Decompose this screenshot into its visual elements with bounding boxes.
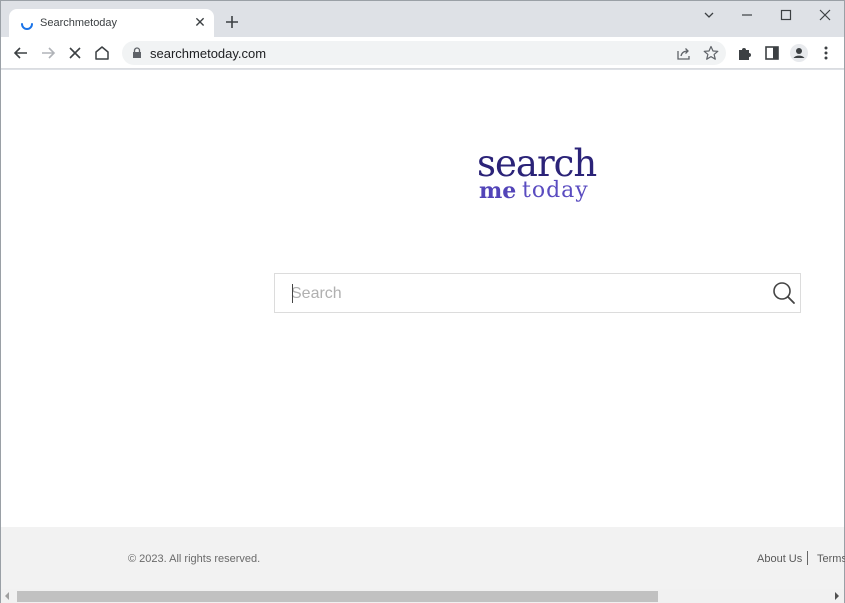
close-window-button[interactable] (813, 5, 837, 25)
scrollbar-thumb[interactable] (17, 591, 658, 602)
tab-searchmetoday[interactable]: Searchmetoday ✕ (9, 9, 214, 38)
tab-title: Searchmetoday (40, 17, 118, 29)
home-button[interactable] (92, 43, 112, 63)
side-panel-icon (765, 46, 779, 60)
forward-arrow-icon (42, 47, 56, 59)
tab-close-icon[interactable]: ✕ (192, 14, 208, 30)
page-content: search me today (1, 70, 844, 527)
stop-button[interactable] (65, 43, 85, 63)
copyright-text: © 2023. All rights reserved. (128, 553, 261, 565)
site-logo[interactable]: search me today (477, 144, 607, 204)
profile-avatar-icon (790, 44, 808, 62)
search-icon[interactable] (772, 281, 796, 305)
extensions-puzzle-icon (739, 48, 751, 60)
forward-button[interactable] (38, 43, 58, 63)
terms-link[interactable]: Terms (817, 553, 845, 565)
home-icon (95, 46, 109, 60)
page-footer: © 2023. All rights reserved. About Us Te… (1, 527, 845, 589)
scroll-left-arrow-icon[interactable] (5, 592, 9, 600)
lock-icon (133, 47, 141, 58)
menu-button[interactable] (816, 43, 836, 63)
chevron-down-icon (704, 12, 714, 18)
close-icon (819, 9, 831, 21)
plus-icon (226, 16, 238, 28)
browser-window: Searchmetoday ✕ searchmetoday.com search… (0, 0, 845, 603)
footer-divider (807, 551, 808, 565)
share-icon[interactable] (676, 45, 692, 61)
back-arrow-icon (13, 47, 27, 59)
search-input[interactable] (291, 282, 761, 306)
logo-text-today: today (522, 178, 589, 203)
back-button[interactable] (11, 43, 31, 63)
minimize-icon (742, 14, 752, 16)
text-caret (292, 284, 293, 303)
maximize-button[interactable] (774, 5, 798, 25)
search-box (274, 273, 801, 313)
tab-strip: Searchmetoday ✕ (1, 1, 844, 38)
maximize-icon (780, 9, 792, 21)
extensions-button[interactable] (735, 43, 755, 63)
star-icon[interactable] (703, 45, 719, 61)
logo-text-me: me (479, 178, 517, 204)
browser-toolbar: searchmetoday.com (1, 37, 844, 69)
about-us-link[interactable]: About Us (757, 553, 802, 565)
address-bar[interactable]: searchmetoday.com (122, 41, 726, 65)
scroll-right-arrow-icon[interactable] (835, 592, 839, 600)
url-text: searchmetoday.com (150, 46, 267, 61)
stop-icon (69, 47, 81, 59)
kebab-menu-icon (824, 46, 828, 60)
side-panel-button[interactable] (762, 43, 782, 63)
loading-spinner-icon (21, 23, 33, 30)
new-tab-button[interactable] (222, 12, 242, 32)
tab-search-button[interactable] (697, 5, 721, 25)
horizontal-scrollbar[interactable] (1, 589, 844, 603)
minimize-button[interactable] (735, 5, 759, 25)
profile-button[interactable] (789, 43, 809, 63)
